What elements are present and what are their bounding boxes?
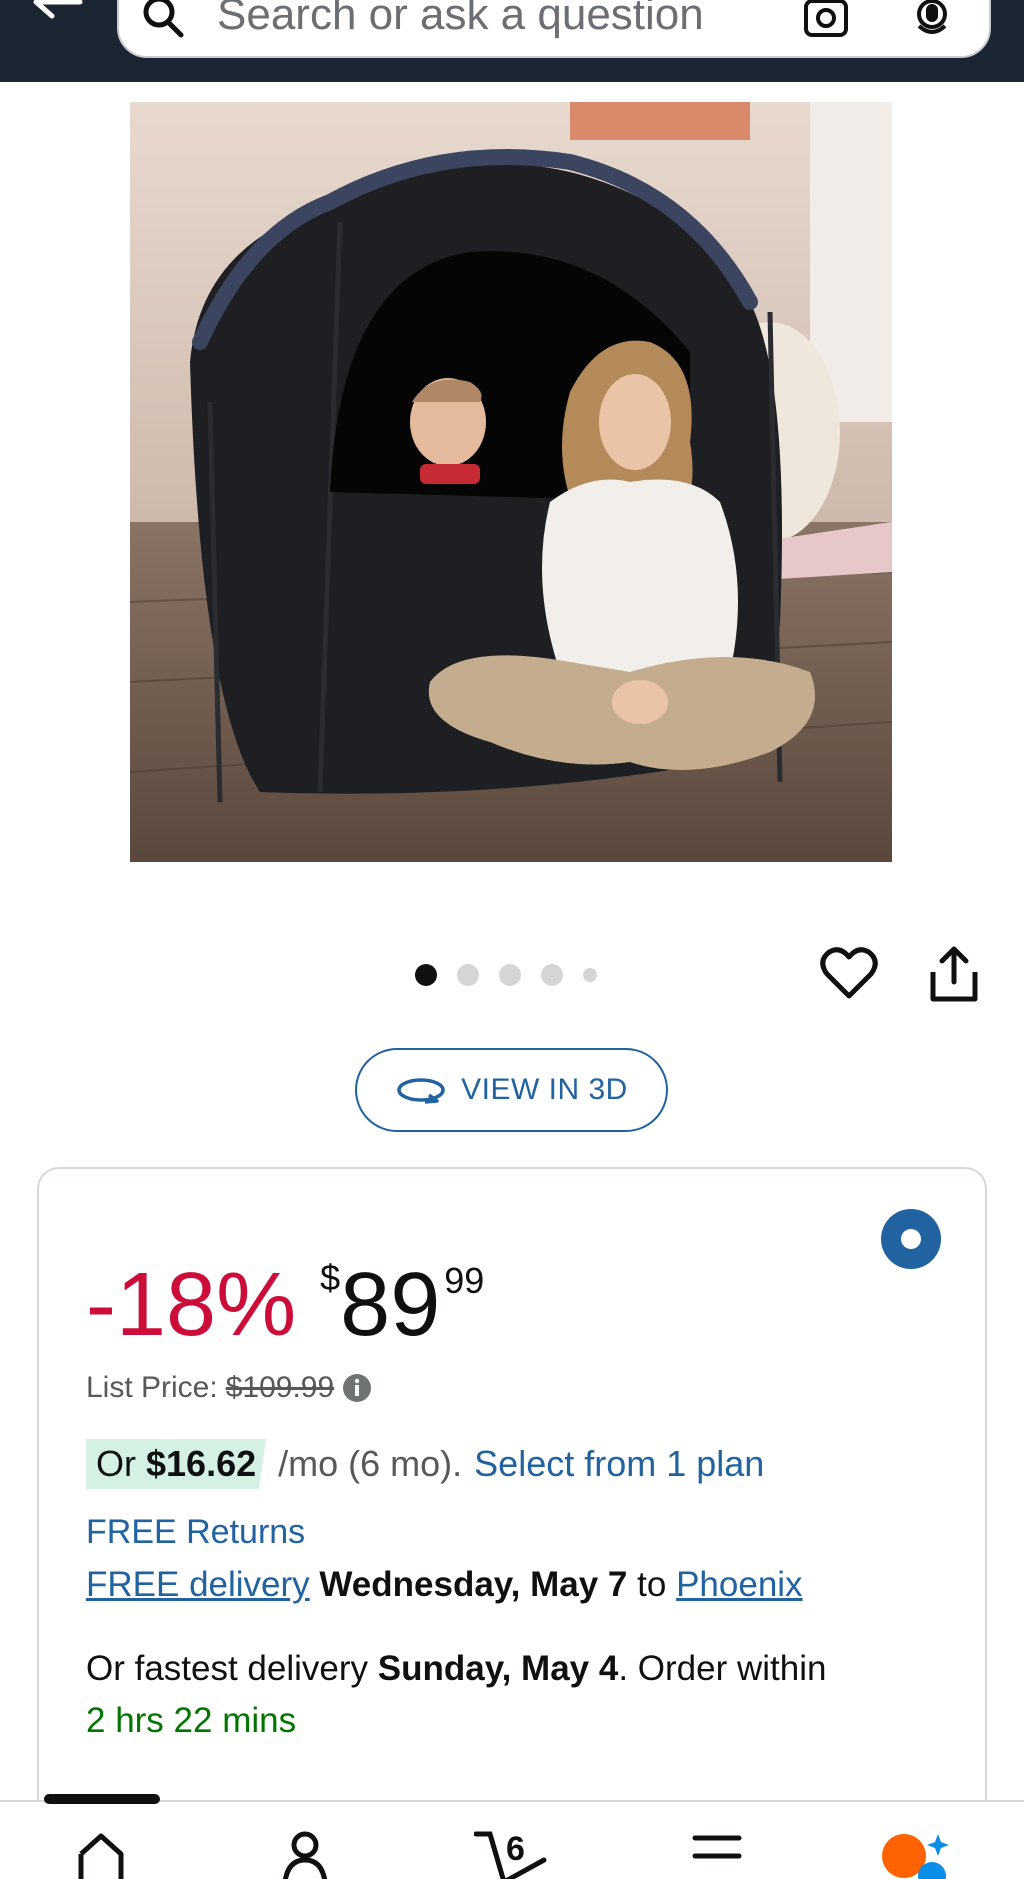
installment-highlight: Or $16.62: [86, 1439, 267, 1489]
carousel-dot[interactable]: [583, 968, 597, 982]
menu-icon[interactable]: [692, 1830, 742, 1879]
price-whole: 89: [340, 1255, 441, 1355]
buy-option-radio[interactable]: [881, 1209, 941, 1269]
account-icon[interactable]: [280, 1830, 330, 1879]
tent-photo: [130, 102, 892, 862]
share-icon[interactable]: [928, 944, 980, 1004]
microphone-icon[interactable]: [909, 0, 955, 42]
carousel-dot[interactable]: [541, 964, 563, 986]
rufus-assistant-icon[interactable]: [880, 1830, 950, 1879]
heart-icon[interactable]: [820, 946, 878, 1000]
carousel-dot[interactable]: [457, 964, 479, 986]
free-returns-link[interactable]: FREE Returns: [86, 1513, 305, 1552]
view-in-3d-label: VIEW IN 3D: [461, 1073, 628, 1106]
cart-count-badge: 6: [506, 1830, 525, 1868]
select-plan-link[interactable]: Select from 1 plan: [474, 1443, 764, 1485]
info-icon[interactable]: [342, 1373, 372, 1403]
fastest-delivery: Or fastest delivery Sunday, May 4. Order…: [86, 1649, 826, 1689]
installment-offer: Or $16.62 /mo (6 mo). Select from 1 plan: [86, 1439, 764, 1489]
search-icon: [143, 0, 184, 38]
rotate-3d-icon: [397, 1078, 445, 1104]
buy-box-card: -18% $ 89 99 List Price: $109.99 Or $16.…: [37, 1167, 987, 1879]
delivery-date: Wednesday, May 7: [319, 1565, 628, 1604]
search-input[interactable]: Search or ask a question: [217, 0, 704, 40]
delivery-to: to: [637, 1565, 667, 1604]
camera-search-icon[interactable]: [803, 0, 849, 40]
list-price: List Price: $109.99: [86, 1371, 372, 1405]
home-icon[interactable]: [76, 1830, 126, 1879]
fastest-suffix: . Order within: [618, 1649, 827, 1688]
list-price-value: $109.99: [225, 1371, 335, 1404]
carousel-dot[interactable]: [415, 964, 437, 986]
carousel-dot[interactable]: [499, 964, 521, 986]
image-carousel-indicator[interactable]: [415, 963, 597, 987]
bottom-navigation: 6: [0, 1794, 1024, 1879]
price-fraction: 99: [444, 1260, 485, 1301]
product-image[interactable]: [130, 102, 892, 862]
order-countdown: 2 hrs 22 mins: [86, 1701, 297, 1740]
active-tab-indicator: [44, 1794, 160, 1804]
installment-prefix: Or: [96, 1443, 136, 1484]
back-arrow-icon[interactable]: [26, 0, 86, 26]
price-currency: $: [320, 1257, 341, 1298]
discount-percent: -18%: [86, 1255, 297, 1355]
top-header: Search or ask a question: [0, 0, 1024, 82]
installment-term: /mo (6 mo).: [278, 1443, 463, 1484]
free-delivery-link[interactable]: FREE delivery: [86, 1565, 310, 1604]
installment-amount: $16.62: [146, 1443, 257, 1484]
view-in-3d-button[interactable]: VIEW IN 3D: [355, 1048, 668, 1132]
price-row: -18% $ 89 99: [86, 1255, 484, 1355]
fastest-prefix: Or fastest delivery: [86, 1649, 369, 1688]
delivery-info: FREE delivery Wednesday, May 7 to Phoeni…: [86, 1565, 803, 1605]
search-bar[interactable]: Search or ask a question: [117, 0, 991, 58]
list-price-label: List Price:: [86, 1371, 218, 1404]
delivery-location-link[interactable]: Phoenix: [676, 1565, 802, 1604]
fastest-date: Sunday, May 4: [377, 1649, 619, 1688]
